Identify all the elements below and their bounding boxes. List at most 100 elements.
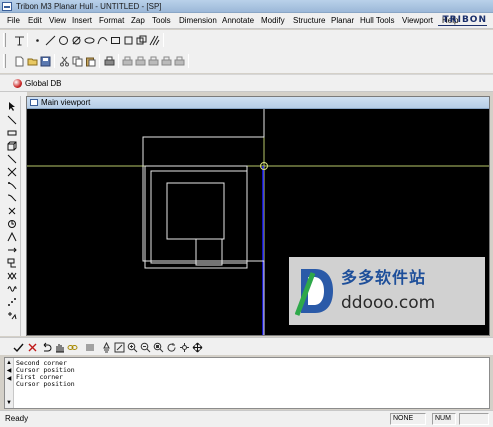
menu-dimension[interactable]: Dimension	[179, 16, 217, 26]
cut-icon[interactable]	[58, 55, 70, 67]
box-tool-icon[interactable]	[6, 140, 18, 151]
status-bar: Ready NONE NUM	[0, 410, 493, 427]
copy-icon[interactable]	[71, 55, 83, 67]
zoom-out-icon[interactable]	[139, 341, 151, 353]
side-toolbar	[3, 96, 21, 336]
pan-arrows-icon[interactable]	[191, 341, 203, 353]
curve-icon[interactable]	[6, 192, 18, 203]
viewport-titlebar: Main viewport	[27, 97, 489, 109]
wave-icon[interactable]	[6, 283, 18, 294]
menu-format[interactable]: Format	[99, 16, 124, 26]
circle-tool-icon[interactable]	[6, 218, 18, 229]
hatch-icon[interactable]	[148, 34, 160, 46]
file-toolbar	[0, 51, 200, 71]
cancel-x-icon[interactable]	[26, 341, 38, 353]
menu-structure[interactable]: Structure	[293, 16, 325, 26]
title-bar: Tribon M3 Planar Hull - UNTITLED - [SP]	[0, 0, 493, 13]
open-icon[interactable]	[26, 55, 38, 67]
tribon-logo: TRIBON	[432, 14, 487, 28]
link-icon[interactable]	[66, 341, 78, 353]
menu-viewport[interactable]: Viewport	[402, 16, 433, 26]
tool-a-icon[interactable]	[134, 55, 146, 67]
scroll-page2-icon[interactable]: ◀	[6, 376, 12, 382]
text-tool-icon[interactable]	[13, 34, 25, 46]
select-arrow-icon[interactable]	[6, 100, 18, 111]
print-preview-icon[interactable]	[121, 55, 133, 67]
spline-icon[interactable]	[96, 34, 108, 46]
plus-angle-icon[interactable]	[6, 309, 18, 320]
status-pane-empty	[459, 413, 489, 425]
menu-modify[interactable]: Modify	[261, 16, 285, 26]
tool-b-icon[interactable]	[147, 55, 159, 67]
global-db-label: Global DB	[25, 79, 62, 88]
log-lines: Second corner Cursor position First corn…	[16, 360, 75, 388]
watermark-cn-text: 多多软件站	[341, 268, 427, 287]
middle-square	[150, 170, 248, 264]
line-tool-icon[interactable]	[6, 114, 18, 125]
window-title: Tribon M3 Planar Hull - UNTITLED - [SP]	[16, 2, 162, 11]
copy-shape-icon[interactable]	[135, 34, 147, 46]
status-text: Ready	[5, 414, 29, 423]
new-file-icon[interactable]	[13, 55, 25, 67]
undo-icon[interactable]	[40, 341, 52, 353]
app-icon	[2, 2, 12, 11]
ellipse-icon[interactable]	[83, 34, 95, 46]
check-icon[interactable]	[12, 341, 24, 353]
status-pane-num: NUM	[432, 413, 456, 425]
lamp-icon[interactable]	[100, 341, 112, 353]
menu-tools[interactable]: Tools	[152, 16, 171, 26]
diagonal-icon[interactable]	[6, 153, 18, 164]
bend-icon[interactable]	[6, 179, 18, 190]
box-icon[interactable]	[122, 34, 134, 46]
menu-insert[interactable]: Insert	[72, 16, 92, 26]
x-cross-icon[interactable]	[6, 205, 18, 216]
print-icon[interactable]	[103, 55, 115, 67]
global-db-tab[interactable]: Global DB	[13, 78, 61, 90]
cross-icon[interactable]	[6, 166, 18, 177]
rotate-icon[interactable]	[165, 341, 177, 353]
menu-zap[interactable]: Zap	[131, 16, 145, 26]
menu-planar[interactable]: Planar	[331, 16, 354, 26]
menu-edit[interactable]: Edit	[28, 16, 42, 26]
paste-icon[interactable]	[84, 55, 96, 67]
scroll-up-icon[interactable]: ▲	[6, 360, 12, 366]
scroll-down-icon[interactable]: ▼	[6, 400, 12, 406]
ruler-icon[interactable]	[84, 341, 96, 353]
menu-annotate[interactable]: Annotate	[222, 16, 254, 26]
point-icon[interactable]	[31, 34, 43, 46]
inner-square	[166, 182, 225, 240]
menu-view[interactable]: View	[49, 16, 66, 26]
viewport-icon	[30, 99, 38, 106]
scroll-page-icon[interactable]: ◀	[6, 368, 12, 374]
bottom-toolbar	[0, 337, 493, 355]
log-line: Cursor position	[16, 380, 75, 388]
database-icon	[13, 79, 22, 88]
menu-bar: File Edit View Insert Format Zap Tools D…	[0, 13, 493, 29]
zoom-in-icon[interactable]	[126, 341, 138, 353]
mirror-icon[interactable]	[6, 270, 18, 281]
tool-d-icon[interactable]	[173, 55, 185, 67]
draw-toolbar	[0, 30, 200, 50]
line-icon[interactable]	[44, 34, 56, 46]
rectangle-icon[interactable]	[109, 34, 121, 46]
gear-icon[interactable]	[178, 341, 190, 353]
connect-icon[interactable]	[6, 257, 18, 268]
outer-profile	[142, 109, 265, 335]
angle-icon[interactable]	[6, 231, 18, 242]
menu-file[interactable]: File	[7, 16, 20, 26]
zoom-all-icon[interactable]	[152, 341, 164, 353]
move-icon[interactable]	[6, 244, 18, 255]
viewport-title: Main viewport	[41, 98, 91, 107]
circle-icon[interactable]	[57, 34, 69, 46]
zoom-window-icon[interactable]	[113, 341, 125, 353]
toolbar-area	[0, 30, 493, 73]
log-scrollbar[interactable]: ▲ ◀ ◀ ▼	[5, 358, 14, 408]
measure-icon[interactable]	[6, 127, 18, 138]
dots-icon[interactable]	[6, 296, 18, 307]
save-icon[interactable]	[39, 55, 51, 67]
menu-hull-tools[interactable]: Hull Tools	[360, 16, 395, 26]
message-log[interactable]: ▲ ◀ ◀ ▼ Second corner Cursor position Fi…	[4, 357, 490, 409]
pan-hand-icon[interactable]	[53, 341, 65, 353]
arc-icon[interactable]	[70, 34, 82, 46]
tool-c-icon[interactable]	[160, 55, 172, 67]
